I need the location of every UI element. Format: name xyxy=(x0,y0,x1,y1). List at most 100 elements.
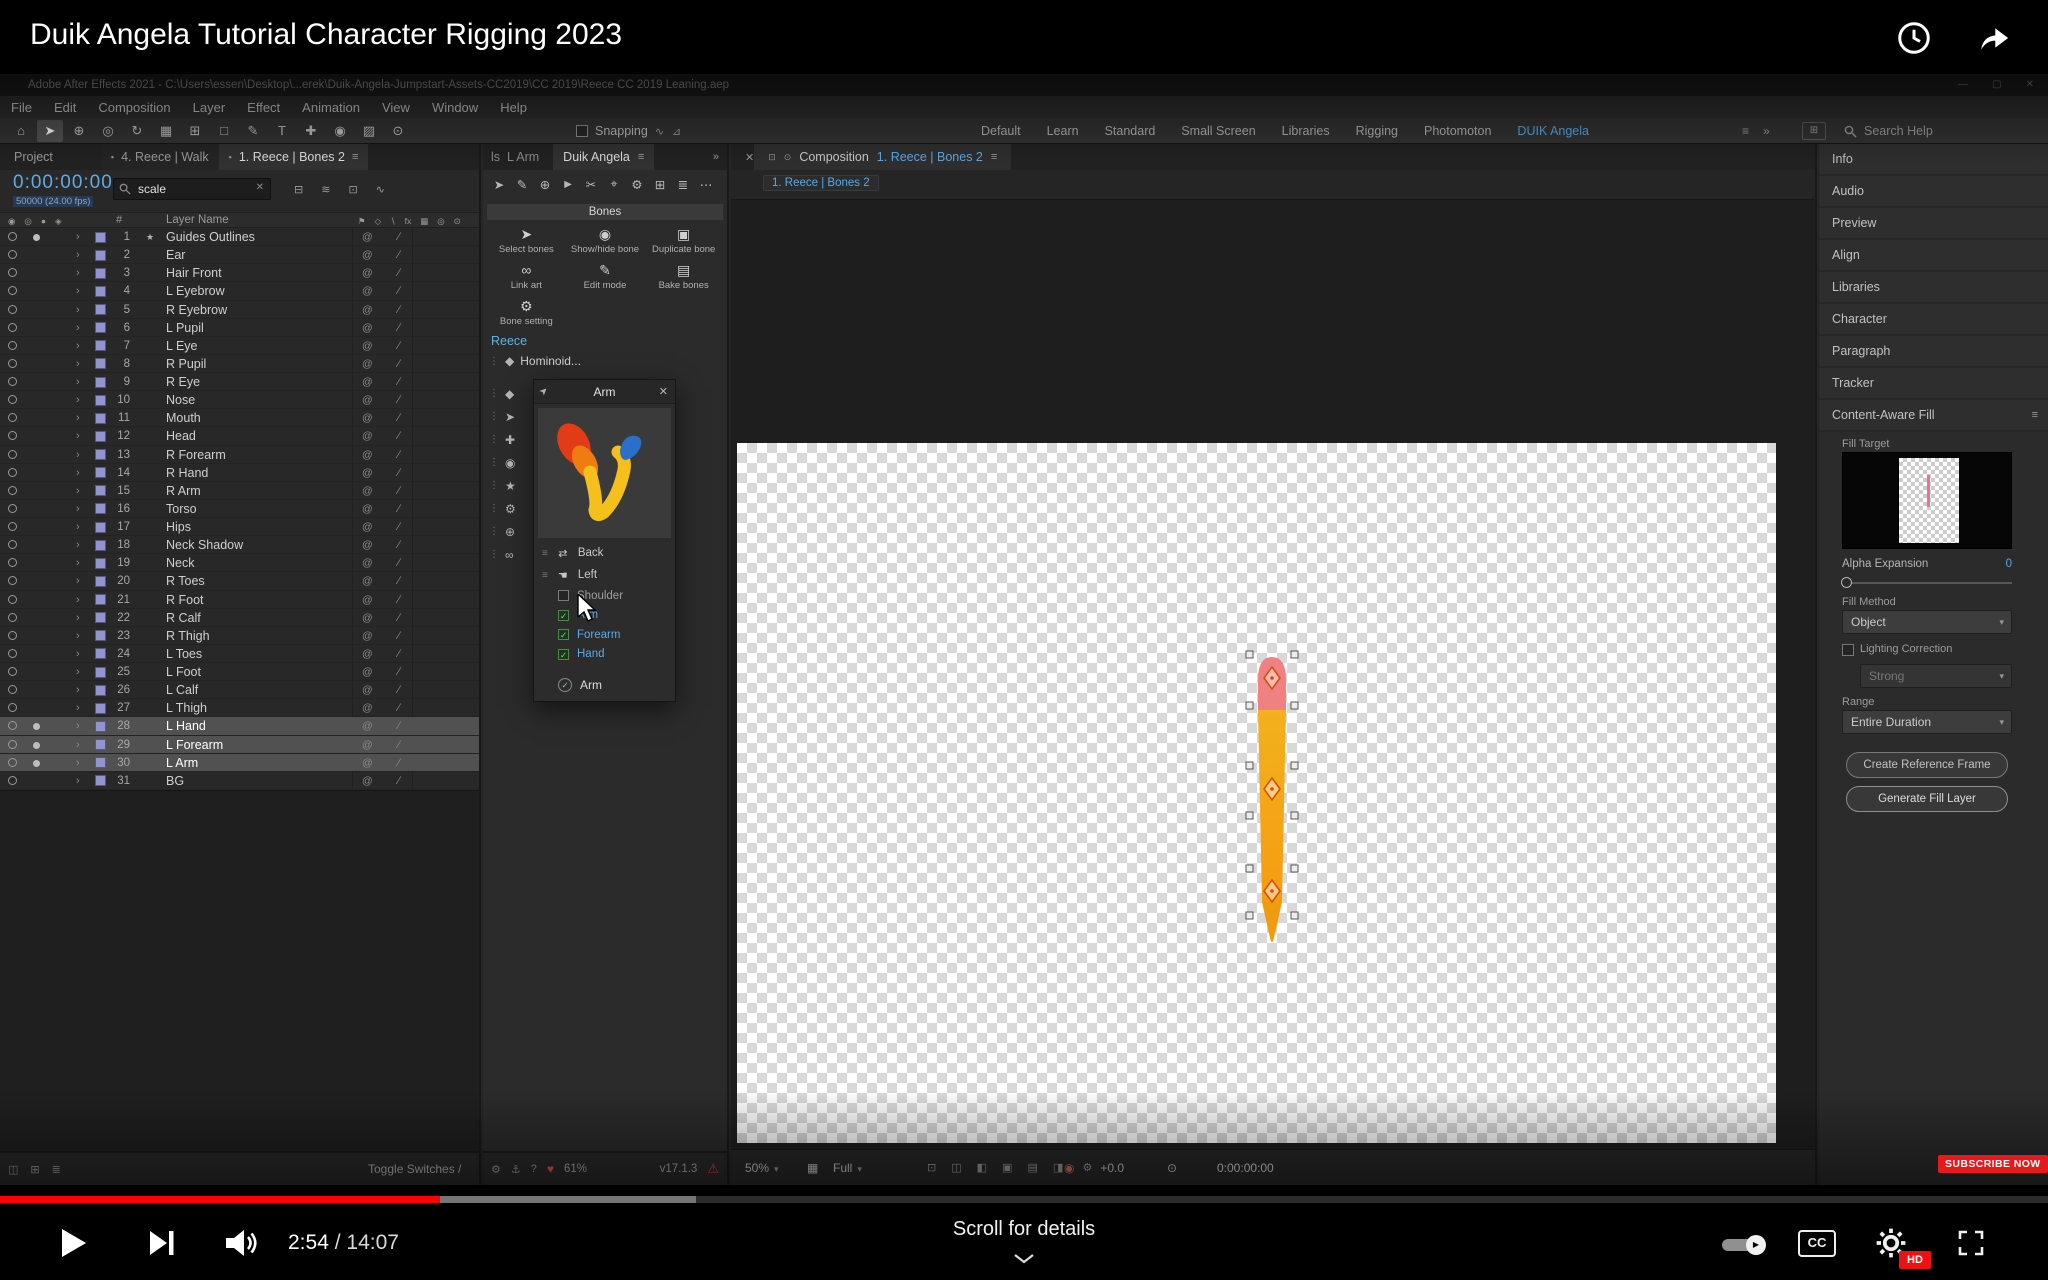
layer-expander-icon[interactable]: › xyxy=(76,373,80,391)
snapshot-camera-icon[interactable]: ⊙ xyxy=(1167,1150,1177,1186)
layer-expander-icon[interactable]: › xyxy=(76,772,80,790)
layer-expander-icon[interactable]: › xyxy=(76,754,80,772)
panel-header-align[interactable]: Align xyxy=(1819,240,2048,270)
walk-cycle-item[interactable]: ⋮ ➤ xyxy=(483,405,523,428)
layer-visibility-icon[interactable] xyxy=(8,576,17,586)
render-queue-icon[interactable]: ≣ xyxy=(52,1163,61,1176)
video-progress-bar[interactable] xyxy=(0,1196,2048,1203)
workspace-rigging[interactable]: Rigging xyxy=(1343,124,1411,138)
direction-back-row[interactable]: ≡ ⇄ Back xyxy=(534,542,675,564)
layer-row[interactable]: › 24 L Toes @ ∕ xyxy=(0,645,479,663)
parent-link-icon[interactable]: ∕ xyxy=(398,663,400,681)
layer-expander-icon[interactable]: › xyxy=(76,609,80,627)
layer-color-swatch[interactable] xyxy=(95,539,106,551)
tab-overflow-icon[interactable]: » xyxy=(713,151,719,163)
layer-marker-dot[interactable] xyxy=(33,651,40,658)
parent-pickwhip-icon[interactable]: @ xyxy=(362,518,373,536)
generate-fill-layer-button[interactable]: Generate Fill Layer xyxy=(1846,786,2008,812)
parent-pickwhip-icon[interactable]: @ xyxy=(362,699,373,717)
settings-icon[interactable]: ⚙ xyxy=(491,1163,501,1176)
parent-link-icon[interactable]: ∕ xyxy=(398,536,400,554)
layer-expander-icon[interactable]: › xyxy=(76,536,80,554)
parent-link-icon[interactable]: ∕ xyxy=(398,645,400,663)
slider-knob[interactable] xyxy=(1841,577,1852,588)
layer-visibility-icon[interactable] xyxy=(8,594,17,604)
layer-expander-icon[interactable]: › xyxy=(76,319,80,337)
layer-visibility-icon[interactable] xyxy=(8,377,17,386)
chevron-down-icon[interactable] xyxy=(1013,1251,1035,1269)
layer-color-swatch[interactable] xyxy=(95,449,106,460)
layer-color-swatch[interactable] xyxy=(95,503,106,515)
menu-edit[interactable]: Edit xyxy=(43,100,87,115)
parent-link-icon[interactable]: ∕ xyxy=(398,518,400,536)
layer-color-swatch[interactable] xyxy=(95,394,106,406)
parent-pickwhip-icon[interactable]: @ xyxy=(362,736,373,754)
parent-link-icon[interactable]: ∕ xyxy=(398,772,400,790)
layer-color-swatch[interactable] xyxy=(95,702,106,714)
panel-header-info[interactable]: Info xyxy=(1819,144,2048,174)
layer-expander-icon[interactable]: › xyxy=(76,500,80,518)
pen-tool-icon[interactable]: ✎ xyxy=(240,120,266,142)
menu-help[interactable]: Help xyxy=(489,100,538,115)
layer-row[interactable]: › 19 Neck @ ∕ xyxy=(0,554,479,572)
parent-pickwhip-icon[interactable]: @ xyxy=(362,264,373,282)
transparency-grid-icon[interactable]: ▣ xyxy=(1002,1150,1012,1186)
layer-color-swatch[interactable] xyxy=(95,267,106,279)
side-left-row[interactable]: ≡ ☚ Left xyxy=(534,564,675,586)
layer-expander-icon[interactable]: › xyxy=(76,355,80,373)
layer-row[interactable]: › 16 Torso @ ∕ xyxy=(0,500,479,518)
layer-color-swatch[interactable] xyxy=(95,594,106,605)
selection-tool-icon[interactable]: ➤ xyxy=(37,120,63,142)
hand-tool-icon[interactable]: ⊕ xyxy=(66,120,92,142)
parent-pickwhip-icon[interactable]: @ xyxy=(362,446,373,464)
play-icon[interactable]: ► xyxy=(560,177,576,191)
layer-expander-icon[interactable]: › xyxy=(76,228,80,246)
layer-expander-icon[interactable]: › xyxy=(76,717,80,735)
layer-color-swatch[interactable] xyxy=(95,720,106,732)
layer-row[interactable]: › 1 ★ Guides Outlines @ ∕ xyxy=(0,228,479,246)
layer-marker-dot[interactable] xyxy=(33,669,40,676)
layer-color-swatch[interactable] xyxy=(95,630,106,642)
layer-expander-icon[interactable]: › xyxy=(76,391,80,409)
duik-zoom-level[interactable]: 61% xyxy=(564,1163,587,1175)
layer-marker-dot[interactable] xyxy=(33,343,40,350)
layer-marker-dot[interactable] xyxy=(33,723,40,731)
parent-link-icon[interactable]: ∕ xyxy=(398,464,400,482)
layer-marker-dot[interactable] xyxy=(33,234,40,241)
menu-view[interactable]: View xyxy=(371,100,421,115)
layer-expander-icon[interactable]: › xyxy=(76,337,80,355)
layer-expander-icon[interactable]: › xyxy=(76,627,80,645)
layer-marker-dot[interactable] xyxy=(33,759,40,767)
parent-link-icon[interactable]: ∕ xyxy=(398,627,400,645)
layer-visibility-icon[interactable] xyxy=(8,395,17,405)
parent-pickwhip-icon[interactable]: @ xyxy=(362,645,373,663)
layer-expander-icon[interactable]: › xyxy=(76,282,80,300)
layer-marker-dot[interactable] xyxy=(33,307,40,314)
layer-color-swatch[interactable] xyxy=(95,322,106,334)
checkbox-shoulder[interactable] xyxy=(558,590,569,602)
parent-link-icon[interactable]: ∕ xyxy=(398,319,400,337)
parent-pickwhip-icon[interactable]: @ xyxy=(362,319,373,337)
layer-expander-icon[interactable]: › xyxy=(76,482,80,500)
layer-visibility-icon[interactable] xyxy=(8,485,17,495)
parent-pickwhip-icon[interactable]: @ xyxy=(362,228,373,246)
layer-row[interactable]: › 26 L Calf @ ∕ xyxy=(0,681,479,699)
parent-pickwhip-icon[interactable]: @ xyxy=(362,663,373,681)
flowchart-icon[interactable]: ⊞ xyxy=(30,1163,39,1176)
layer-visibility-icon[interactable] xyxy=(8,775,17,785)
bones-section-header[interactable]: Bones xyxy=(487,204,723,220)
layer-marker-dot[interactable] xyxy=(33,397,40,404)
layer-row[interactable]: › 30 L Arm @ ∕ xyxy=(0,753,479,772)
parent-pickwhip-icon[interactable]: @ xyxy=(362,409,373,427)
workspace-libraries[interactable]: Libraries xyxy=(1269,124,1343,138)
alpha-expansion-value[interactable]: 0 xyxy=(1979,558,2012,570)
menu-effect[interactable]: Effect xyxy=(236,100,291,115)
panel-header-character[interactable]: Character xyxy=(1819,304,2048,334)
range-select[interactable]: Entire Duration ▾ xyxy=(1842,710,2012,734)
layer-row[interactable]: › 4 L Eyebrow @ ∕ xyxy=(0,282,479,300)
exposure-controls[interactable]: ◉ ⚙ +0.0 xyxy=(1064,1150,1124,1186)
layer-marker-dot[interactable] xyxy=(33,361,40,368)
layer-row[interactable]: › 20 R Toes @ ∕ xyxy=(0,572,479,590)
layer-row[interactable]: › 12 Head @ ∕ xyxy=(0,427,479,445)
layer-visibility-icon[interactable] xyxy=(8,413,17,423)
